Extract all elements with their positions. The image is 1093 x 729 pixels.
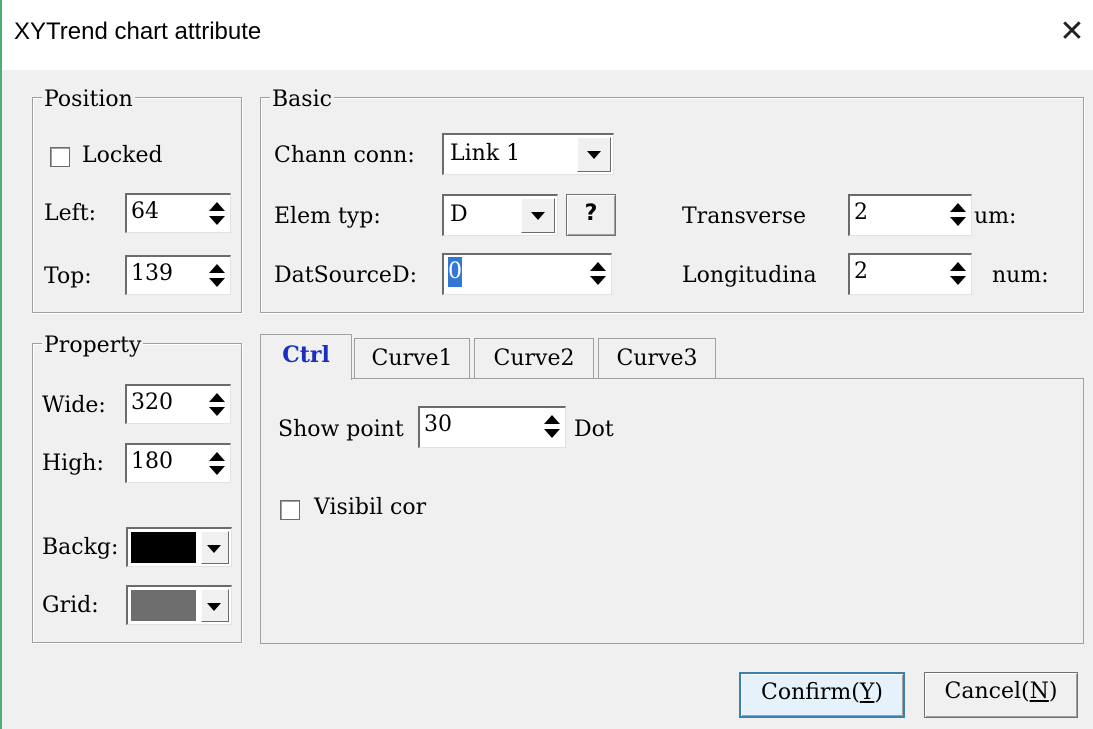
longitudinal-value: 2 — [854, 259, 868, 284]
confirm-label-close: ) — [874, 680, 883, 705]
elem-typ-label: Elem typ: — [274, 204, 381, 229]
high-value: 180 — [131, 449, 173, 474]
top-spinbox[interactable]: 139 — [125, 255, 231, 295]
top-spin-arrows-icon[interactable] — [206, 261, 228, 291]
datsource-value: 0 — [448, 257, 462, 287]
chevron-down-icon[interactable] — [201, 589, 229, 622]
elem-typ-select[interactable]: D — [442, 194, 558, 236]
close-icon[interactable]: ✕ — [1054, 14, 1090, 50]
chann-conn-label: Chann conn: — [274, 143, 415, 168]
dialog-window: XYTrend chart attribute ✕ Position Locke… — [0, 0, 1093, 729]
wide-spinbox[interactable]: 320 — [125, 384, 231, 424]
show-point-spinbox[interactable]: 30 — [418, 406, 566, 448]
cancel-button[interactable]: Cancel(N) — [924, 672, 1078, 718]
cancel-label-close: ) — [1048, 679, 1058, 704]
left-spin-arrows-icon[interactable] — [206, 199, 228, 229]
backg-color-select[interactable] — [126, 527, 232, 567]
left-value: 64 — [131, 199, 159, 224]
transverse-spin-arrows-icon[interactable] — [947, 200, 969, 230]
confirm-shortcut-key: Y — [859, 680, 875, 705]
elem-typ-value: D — [450, 202, 468, 227]
datsource-spin-arrows-icon[interactable] — [587, 259, 609, 289]
high-spin-arrows-icon[interactable] — [206, 449, 228, 479]
grid-label: Grid: — [42, 593, 99, 618]
tab-curve2[interactable]: Curve2 — [474, 338, 594, 378]
dot-label: Dot — [574, 417, 614, 442]
position-group-legend: Position — [42, 87, 135, 112]
datsource-label: DatSourceD: — [274, 263, 417, 288]
locked-checkbox[interactable] — [50, 147, 70, 167]
top-value: 139 — [131, 261, 173, 286]
confirm-label: Confirm( — [760, 680, 860, 705]
show-point-spin-arrows-icon[interactable] — [541, 412, 563, 442]
wide-value: 320 — [131, 390, 173, 415]
longitudinal-spin-arrows-icon[interactable] — [947, 259, 969, 289]
top-label: Top: — [44, 264, 92, 289]
tab-ctrl[interactable]: Ctrl — [260, 334, 352, 380]
wide-spin-arrows-icon[interactable] — [206, 390, 228, 420]
transverse-value: 2 — [854, 200, 868, 225]
left-spinbox[interactable]: 64 — [125, 193, 231, 233]
chevron-down-icon[interactable] — [577, 137, 611, 172]
basic-group-legend: Basic — [270, 87, 334, 112]
visibil-label: Visibil cor — [314, 495, 427, 520]
chann-conn-value: Link 1 — [450, 141, 521, 166]
transverse-label: Transverse — [682, 204, 807, 229]
high-label: High: — [42, 451, 104, 476]
show-point-label: Show point — [278, 417, 404, 442]
transverse-suffix: um: — [974, 204, 1017, 229]
locked-label: Locked — [82, 143, 163, 168]
datsource-spinbox[interactable]: 0 — [442, 253, 612, 295]
confirm-button[interactable]: Confirm(Y) — [739, 672, 905, 718]
show-point-value: 30 — [424, 412, 452, 437]
left-label: Left: — [44, 201, 97, 226]
title-bar: XYTrend chart attribute ✕ — [2, 0, 1093, 70]
cancel-shortcut-key: N — [1029, 679, 1049, 704]
wide-label: Wide: — [42, 393, 106, 418]
longitudinal-suffix: num: — [992, 263, 1049, 288]
backg-color-swatch — [131, 532, 196, 563]
tab-curve3[interactable]: Curve3 — [598, 338, 716, 378]
chevron-down-icon[interactable] — [521, 198, 555, 233]
high-spinbox[interactable]: 180 — [125, 443, 231, 483]
chann-conn-select[interactable]: Link 1 — [442, 133, 614, 175]
cancel-label: Cancel( — [944, 679, 1030, 704]
grid-color-swatch — [131, 590, 196, 621]
help-button[interactable]: ? — [566, 194, 616, 236]
transverse-spinbox[interactable]: 2 — [848, 194, 972, 236]
tab-curve1[interactable]: Curve1 — [354, 338, 470, 378]
property-group-legend: Property — [42, 333, 144, 358]
longitudinal-spinbox[interactable]: 2 — [848, 253, 972, 295]
longitudinal-label: Longitudina — [682, 263, 817, 288]
grid-color-select[interactable] — [126, 585, 232, 625]
visibil-checkbox[interactable] — [280, 500, 300, 520]
chevron-down-icon[interactable] — [201, 531, 229, 564]
backg-label: Backg: — [42, 535, 119, 560]
window-title: XYTrend chart attribute — [14, 18, 262, 45]
